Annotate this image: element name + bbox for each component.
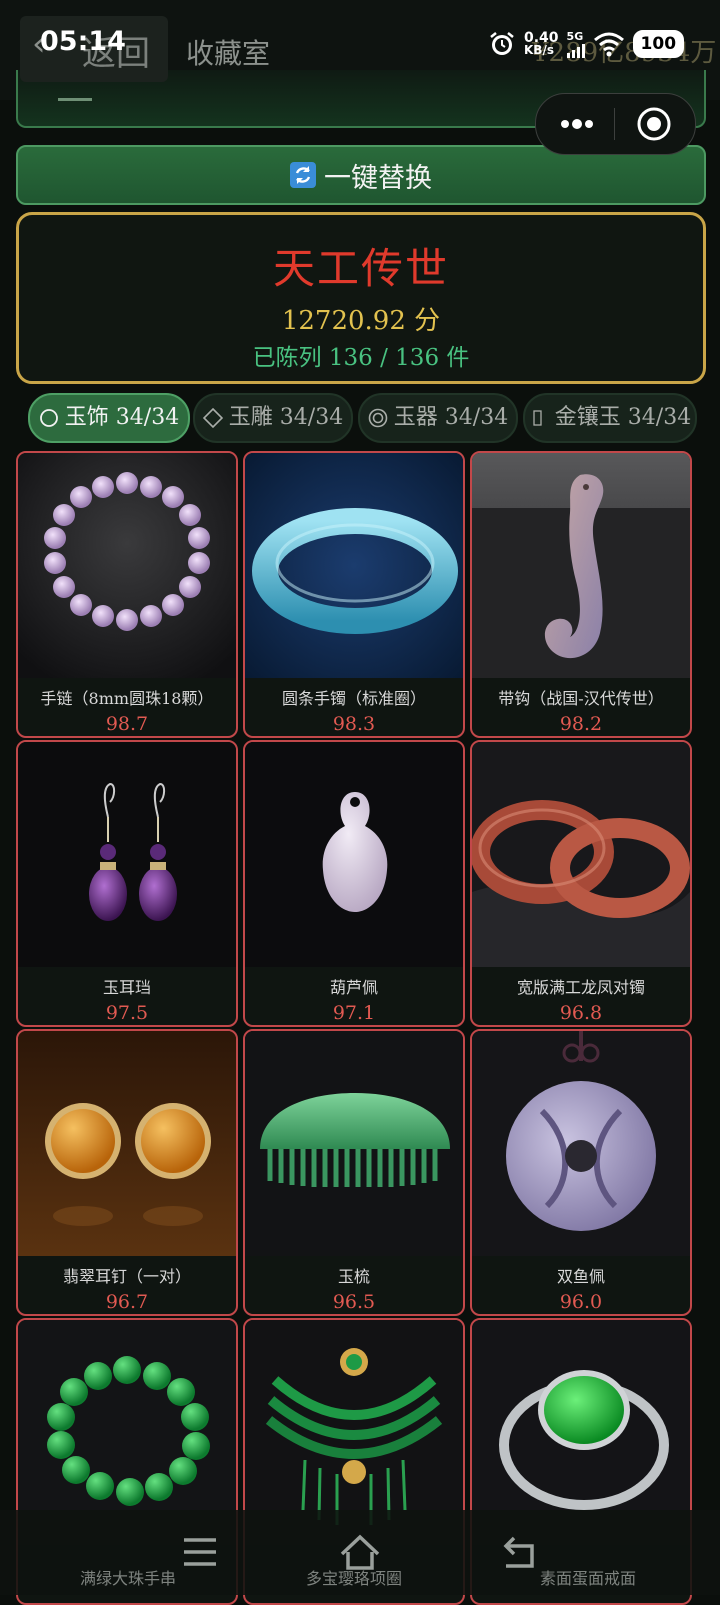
collection-item-card[interactable]: 玉耳珰 97.5 (16, 740, 238, 1027)
item-name: 圆条手镯（标准圈） (281, 689, 426, 708)
item-score: 98.2 (559, 713, 603, 735)
green-jade-comb-image (245, 1031, 463, 1256)
item-name: 素面蛋面戒面 (540, 1569, 637, 1588)
item-name: 玉耳珰 (102, 978, 151, 997)
category-tabs: 玉饰 34/34 玉雕 34/34 玉器 34/34 金镶玉 34/34 (28, 393, 720, 443)
wifi-icon (593, 32, 624, 57)
rank-title: 天工传世 (272, 244, 449, 293)
double-circle-icon (368, 408, 388, 428)
collection-item-card[interactable]: 翡翠耳钉（一对） 96.7 (16, 1029, 238, 1316)
jade-belt-hook-image (472, 453, 690, 678)
more-dots-icon[interactable] (556, 112, 598, 136)
collection-item-card[interactable]: 玉梳 96.5 (243, 1029, 465, 1316)
alarm-clock-icon (490, 32, 514, 55)
cellular-signal: 5G (566, 31, 585, 58)
tab-gold-inlaid-jade[interactable]: 金镶玉 34/34 (523, 393, 697, 443)
item-name: 双鱼佩 (556, 1267, 605, 1286)
collection-item-card[interactable]: 圆条手镯（标准圈） 98.3 (243, 451, 465, 738)
display-count: 已陈列 136 / 136 件 (252, 345, 470, 371)
red-jade-bangles-image (472, 742, 690, 967)
missing-glyph-icon (533, 410, 542, 426)
amber-stud-earrings-image (18, 1031, 236, 1256)
item-score: 96.7 (105, 1291, 149, 1313)
page-title: 收藏室 (186, 37, 271, 70)
collection-item-card[interactable]: 手链（8mm圆珠18颗） 98.7 (16, 451, 238, 738)
item-score: 98.3 (332, 713, 376, 735)
collection-score-card: 天工传世 12720.92 分 已陈列 136 / 136 件 (16, 212, 706, 384)
item-score: 97.5 (105, 1002, 149, 1024)
circle-icon (39, 409, 58, 427)
item-name: 葫芦佩 (329, 978, 378, 997)
collection-item-card[interactable]: 双鱼佩 96.0 (470, 1029, 692, 1316)
item-score: 96.5 (332, 1291, 376, 1313)
back-arrow-icon[interactable] (498, 1532, 542, 1572)
signal-bars-icon (566, 42, 585, 58)
collection-item-card[interactable]: 宽版满工龙凤对镯 96.8 (470, 740, 692, 1027)
item-name: 玉梳 (337, 1267, 370, 1286)
item-name: 带钩（战国-汉代传世） (498, 689, 664, 708)
lavender-bead-bracelet-image (18, 453, 236, 678)
tab-jade-carvings[interactable]: 玉雕 34/34 (193, 393, 353, 443)
menu-icon[interactable] (178, 1532, 222, 1572)
status-icons: 0.40 KB/s 5G 100 (488, 24, 685, 64)
partial-card-line (58, 98, 92, 101)
item-name: 满绿大珠手串 (80, 1569, 177, 1588)
replace-button-label: 一键替换 (324, 162, 432, 194)
capsule-divider (614, 108, 615, 140)
total-score: 12720.92 分 (281, 306, 441, 336)
item-score: 98.7 (105, 713, 149, 735)
blue-jade-bangle-image (245, 453, 463, 678)
status-time: 05:14 (40, 26, 126, 57)
collection-item-card[interactable]: 葫芦佩 97.1 (243, 740, 465, 1027)
item-score: 96.0 (559, 1291, 603, 1313)
item-score: 96.8 (559, 1002, 603, 1024)
battery-indicator: 100 (632, 30, 685, 58)
miniprogram-capsule (535, 93, 696, 155)
item-score: 97.1 (332, 1002, 376, 1024)
close-target-icon[interactable] (636, 106, 672, 142)
tab-jade-vessels[interactable]: 玉器 34/34 (358, 393, 518, 443)
home-icon[interactable] (338, 1532, 382, 1572)
amethyst-earrings-image (18, 742, 236, 967)
double-fish-pendant-image (472, 1031, 690, 1256)
item-name: 宽版满工龙凤对镯 (516, 978, 645, 997)
jade-gourd-pendant-image (245, 742, 463, 967)
collection-item-card[interactable]: 带钩（战国-汉代传世） 98.2 (470, 451, 692, 738)
item-name: 手链（8mm圆珠18颗） (40, 689, 214, 708)
tab-jade-ornaments[interactable]: 玉饰 34/34 (28, 393, 190, 443)
item-name: 翡翠耳钉（一对） (62, 1267, 191, 1286)
refresh-icon (290, 162, 316, 188)
diamond-icon (202, 408, 223, 428)
network-speed: 0.40 KB/s (524, 30, 559, 57)
